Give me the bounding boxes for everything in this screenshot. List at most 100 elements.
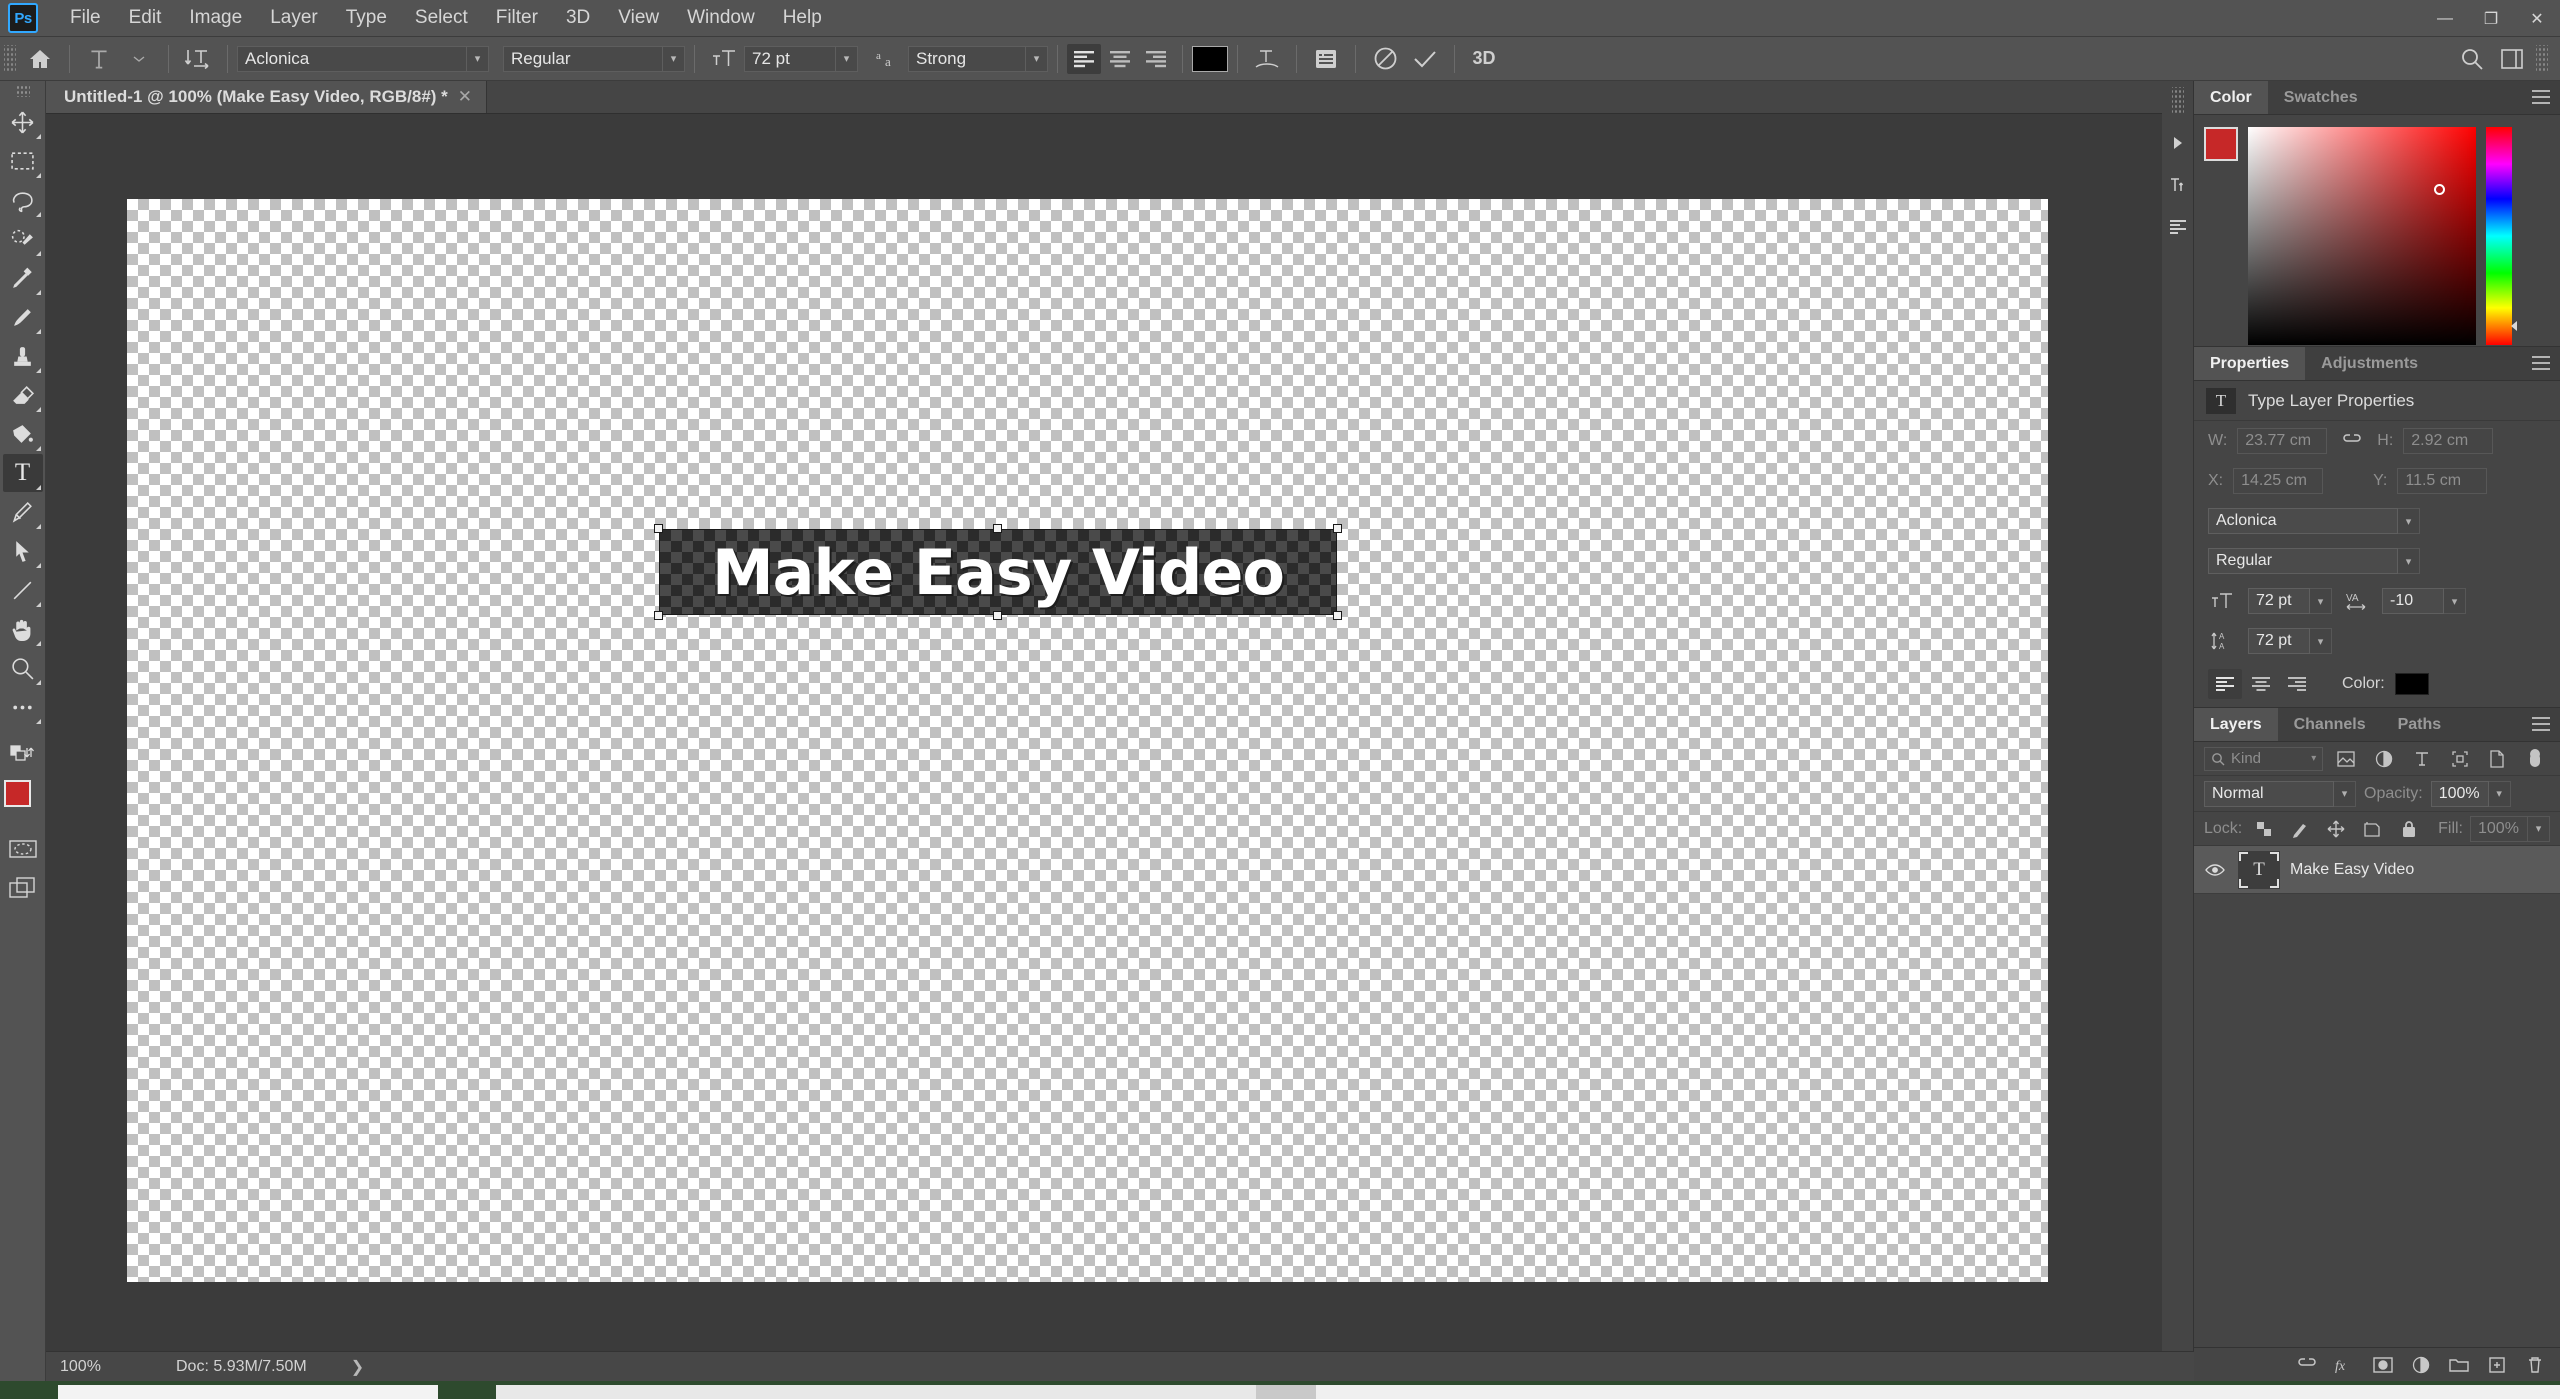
move-tool[interactable] — [3, 103, 43, 141]
hue-slider-handle[interactable] — [2511, 321, 2517, 331]
props-font-size-value[interactable]: 72 pt — [2248, 588, 2310, 614]
tab-swatches[interactable]: Swatches — [2268, 81, 2374, 114]
font-style-chevron-down-icon[interactable]: ▾ — [663, 45, 685, 72]
props-font-size-chevron-down-icon[interactable]: ▾ — [2310, 588, 2332, 614]
quick-selection-tool[interactable] — [3, 220, 43, 258]
tab-properties[interactable]: Properties — [2194, 347, 2306, 380]
adjustment-layer-icon[interactable] — [2410, 1354, 2432, 1376]
props-leading-combo[interactable]: 72 pt ▾ — [2248, 628, 2332, 654]
options-bar-right-grip[interactable] — [2536, 44, 2548, 73]
antialias-value[interactable]: Strong — [908, 45, 1026, 72]
pixel-filter-icon[interactable] — [2331, 747, 2361, 771]
props-font-family-chevron-down-icon[interactable]: ▾ — [2398, 508, 2420, 534]
status-expand-icon[interactable]: ❯ — [307, 1357, 364, 1377]
props-align-center-button[interactable] — [2244, 669, 2278, 699]
taskbar-window-2[interactable] — [496, 1385, 1256, 1399]
properties-panel-menu-icon[interactable] — [2532, 356, 2550, 370]
font-style-value[interactable]: Regular — [503, 45, 663, 72]
handle-bottom-center[interactable] — [993, 611, 1002, 620]
new-layer-icon[interactable] — [2486, 1354, 2508, 1376]
lock-position-icon[interactable] — [2322, 817, 2351, 841]
rectangular-select-tool[interactable] — [3, 142, 43, 180]
cancel-icon[interactable] — [1368, 42, 1402, 76]
smart-object-filter-icon[interactable] — [2482, 747, 2512, 771]
edit-toolbar[interactable] — [3, 688, 43, 726]
layer-thumbnail[interactable]: T — [2238, 850, 2280, 889]
menu-file[interactable]: File — [56, 3, 115, 33]
lock-all-icon[interactable] — [2394, 817, 2423, 841]
menu-window[interactable]: Window — [673, 3, 769, 33]
color-picker-cursor[interactable] — [2434, 184, 2445, 195]
tool-panel-grip[interactable] — [15, 85, 30, 97]
minimize-button[interactable]: — — [2422, 0, 2468, 37]
props-align-left-button[interactable] — [2208, 669, 2242, 699]
hand-tool[interactable] — [3, 610, 43, 648]
layer-row[interactable]: T Make Easy Video — [2194, 846, 2560, 894]
path-selection-tool[interactable] — [3, 532, 43, 570]
props-align-right-button[interactable] — [2280, 669, 2314, 699]
align-left-button[interactable] — [1067, 43, 1101, 74]
handle-top-right[interactable] — [1333, 524, 1342, 533]
antialias-combo[interactable]: Strong ▾ — [908, 45, 1048, 72]
blend-mode-chevron-down-icon[interactable]: ▾ — [2334, 780, 2356, 807]
font-family-combo[interactable]: Aclonica ▾ — [237, 45, 489, 72]
blend-mode-value[interactable]: Normal — [2204, 780, 2334, 807]
pen-tool[interactable] — [3, 493, 43, 531]
options-bar-grip[interactable] — [4, 44, 16, 73]
layer-name[interactable]: Make Easy Video — [2290, 861, 2414, 879]
menu-image[interactable]: Image — [175, 3, 256, 33]
props-leading-value[interactable]: 72 pt — [2248, 628, 2310, 654]
handle-bottom-left[interactable] — [654, 611, 663, 620]
tab-color[interactable]: Color — [2194, 81, 2268, 114]
workspace-icon[interactable] — [2495, 42, 2529, 76]
align-center-button[interactable] — [1103, 44, 1137, 74]
maximize-button[interactable]: ❐ — [2468, 0, 2514, 37]
color-panel-menu-icon[interactable] — [2532, 90, 2550, 104]
layer-list[interactable]: T Make Easy Video — [2194, 846, 2560, 1347]
filter-toggle-icon[interactable] — [2520, 747, 2550, 771]
props-font-family-value[interactable]: Aclonica — [2208, 508, 2398, 534]
text-orientation-icon[interactable] — [181, 42, 215, 76]
close-icon[interactable]: ✕ — [458, 87, 472, 107]
y-field[interactable]: 11.5 cm — [2397, 468, 2488, 494]
menu-select[interactable]: Select — [401, 3, 482, 33]
opacity-value[interactable]: 100% — [2430, 780, 2489, 807]
opacity-chevron-down-icon[interactable]: ▾ — [2488, 780, 2511, 807]
menu-type[interactable]: Type — [332, 3, 401, 33]
width-field[interactable]: 23.77 cm — [2237, 428, 2328, 454]
props-tracking-chevron-down-icon[interactable]: ▾ — [2444, 588, 2466, 614]
props-font-style-chevron-down-icon[interactable]: ▾ — [2398, 548, 2420, 574]
props-tracking-value[interactable]: -10 — [2382, 588, 2444, 614]
layer-mask-icon[interactable] — [2372, 1354, 2394, 1376]
dock-rail-grip[interactable] — [2171, 87, 2184, 115]
layer-fx-icon[interactable]: fx — [2334, 1354, 2356, 1376]
new-group-icon[interactable] — [2448, 1354, 2470, 1376]
props-leading-chevron-down-icon[interactable]: ▾ — [2310, 628, 2332, 654]
quick-mask-icon[interactable] — [3, 830, 43, 868]
taskbar-window-4[interactable] — [1316, 1385, 2560, 1399]
layer-filter-kind-select[interactable]: Kind ▾ — [2204, 746, 2324, 771]
three-d-button[interactable]: 3D — [1467, 42, 1501, 76]
zoom-level[interactable]: 100% — [46, 1358, 146, 1376]
handle-top-left[interactable] — [654, 524, 663, 533]
font-size-value[interactable]: 72 pt — [744, 45, 836, 72]
props-font-size-combo[interactable]: 72 pt ▾ — [2248, 588, 2332, 614]
layers-panel-menu-icon[interactable] — [2532, 717, 2550, 731]
x-field[interactable]: 14.25 cm — [2233, 468, 2324, 494]
fill-chevron-down-icon[interactable]: ▾ — [2528, 815, 2550, 842]
font-family-value[interactable]: Aclonica — [237, 45, 467, 72]
text-color-swatch[interactable] — [1192, 45, 1228, 72]
menu-3d[interactable]: 3D — [552, 3, 604, 33]
align-right-button[interactable] — [1139, 44, 1173, 74]
menu-view[interactable]: View — [604, 3, 673, 33]
font-style-combo[interactable]: Regular ▾ — [503, 45, 685, 72]
props-font-family-combo[interactable]: Aclonica ▾ — [2208, 508, 2420, 534]
menu-layer[interactable]: Layer — [256, 3, 332, 33]
eraser-tool[interactable] — [3, 376, 43, 414]
link-layers-icon[interactable] — [2296, 1354, 2318, 1376]
delete-layer-icon[interactable] — [2524, 1354, 2546, 1376]
brush-tool[interactable] — [3, 298, 43, 336]
warp-text-icon[interactable] — [1250, 42, 1284, 76]
font-family-chevron-down-icon[interactable]: ▾ — [467, 45, 489, 72]
line-tool[interactable] — [3, 571, 43, 609]
